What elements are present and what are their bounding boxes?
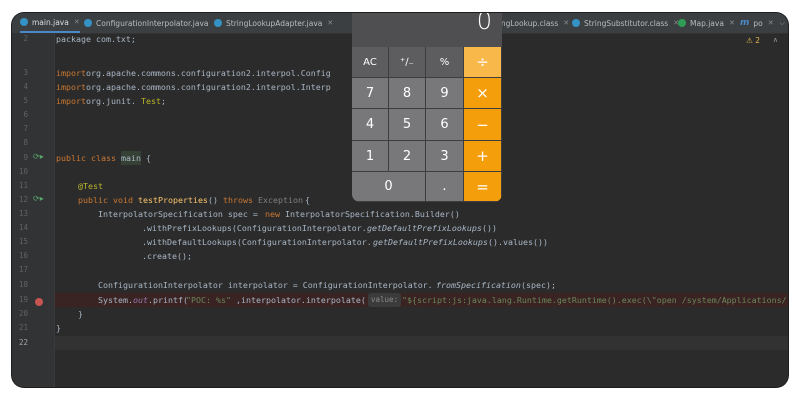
line-number: 16 xyxy=(18,251,28,260)
code-line-breakpoint: System. out .printf( "POC: %s" ,interpol… xyxy=(55,293,788,307)
digit-2-button[interactable]: 2 xyxy=(389,141,426,172)
close-icon[interactable]: ✕ xyxy=(768,19,774,27)
digit-1-button[interactable]: 1 xyxy=(352,141,389,172)
code-line: .withPrefixLookups(ConfigurationInterpol… xyxy=(142,223,497,233)
run-test-icon[interactable]: ⟳▸ xyxy=(33,152,44,161)
digit-6-button[interactable]: 6 xyxy=(426,109,464,141)
decimal-button[interactable]: . xyxy=(426,172,464,202)
digit-4-button[interactable]: 4 xyxy=(352,109,389,141)
line-number: 13 xyxy=(18,209,28,218)
close-icon[interactable]: ✕ xyxy=(563,19,569,27)
line-number-current: 22 xyxy=(18,338,28,347)
line-number: 7 xyxy=(23,124,28,133)
digit-8-button[interactable]: 8 xyxy=(389,78,426,109)
code-line: .withDefaultLookups(ConfigurationInterpo… xyxy=(142,237,548,247)
line-number: 8 xyxy=(23,138,28,147)
line-number: 9 xyxy=(23,153,28,162)
tab-configuration-interpolator[interactable]: ConfigurationInterpolator.java ✕ xyxy=(84,13,219,33)
code-line: } xyxy=(78,309,83,319)
add-button[interactable]: + xyxy=(464,141,502,172)
java-class-icon xyxy=(572,19,580,27)
run-test-icon[interactable]: ⟳▸ xyxy=(33,194,44,203)
ide-window: main.java ✕ ConfigurationInterpolator.ja… xyxy=(12,13,788,387)
java-class-icon xyxy=(84,19,92,27)
multiply-button[interactable]: × xyxy=(464,78,502,109)
calculator-display: 0 xyxy=(352,13,502,47)
close-icon[interactable]: ✕ xyxy=(327,19,333,27)
code-line: InterpolatorSpecification spec = new Int… xyxy=(98,209,460,219)
line-number: 2 xyxy=(23,34,28,43)
line-number: 3 xyxy=(23,68,28,77)
tab-pom[interactable]: m po ✕ ⌵ xyxy=(740,13,785,33)
line-number: 11 xyxy=(18,181,28,190)
percent-button[interactable]: % xyxy=(426,47,464,78)
line-number: 18 xyxy=(18,280,28,289)
digit-5-button[interactable]: 5 xyxy=(389,109,426,141)
digit-9-button[interactable]: 9 xyxy=(426,78,464,109)
line-number: 15 xyxy=(18,237,28,246)
line-number: 10 xyxy=(18,167,28,176)
code-line: ConfigurationInterpolator interpolator =… xyxy=(98,280,556,290)
tab-string-lookup-adapter[interactable]: StringLookupAdapter.java ✕ xyxy=(214,13,333,33)
line-number: 14 xyxy=(18,223,28,232)
java-class-icon xyxy=(214,19,222,27)
equals-button[interactable]: = xyxy=(464,172,502,202)
java-class-icon xyxy=(20,18,28,26)
tab-string-substitutor-class[interactable]: StringSubstitutor.class ✕ xyxy=(572,13,679,33)
digit-7-button[interactable]: 7 xyxy=(352,78,389,109)
java-interface-icon xyxy=(678,19,686,27)
code-line: } xyxy=(56,323,61,333)
sign-toggle-button[interactable]: ⁺∕₋ xyxy=(389,47,426,78)
line-number: 19 xyxy=(18,295,28,304)
digit-3-button[interactable]: 3 xyxy=(426,141,464,172)
line-number: 6 xyxy=(23,110,28,119)
tab-map-java[interactable]: Map.java ✕ xyxy=(678,13,735,33)
digit-0-button[interactable]: 0 xyxy=(352,172,426,202)
code-line-current[interactable] xyxy=(55,336,788,350)
clear-button[interactable]: AC xyxy=(352,47,389,78)
line-number: 21 xyxy=(18,323,28,332)
tab-main-java[interactable]: main.java ✕ xyxy=(20,13,80,33)
calculator-app: 0 AC ⁺∕₋ % ÷ 7 8 9 × 4 5 6 − 1 2 3 + 0 .… xyxy=(352,13,502,202)
line-number: 17 xyxy=(18,265,28,274)
close-icon[interactable]: ✕ xyxy=(74,18,80,26)
breakpoint-icon[interactable] xyxy=(35,298,43,306)
divide-button[interactable]: ÷ xyxy=(464,47,502,78)
display-value: 0 xyxy=(476,13,492,35)
chevron-down-icon[interactable]: ⌵ xyxy=(780,19,785,28)
line-number: 5 xyxy=(23,96,28,105)
code-line: .create(); xyxy=(142,251,192,261)
close-icon[interactable]: ✕ xyxy=(729,19,735,27)
maven-icon: m xyxy=(740,18,750,28)
line-number: 20 xyxy=(18,309,28,318)
line-number-gutter[interactable]: 2 3 4 5 6 7 8 9 10 11 12 13 14 15 16 17 … xyxy=(12,33,55,387)
parameter-hint: value: xyxy=(368,293,402,307)
line-number: 12 xyxy=(18,195,28,204)
subtract-button[interactable]: − xyxy=(464,109,502,141)
line-number: 4 xyxy=(23,82,28,91)
